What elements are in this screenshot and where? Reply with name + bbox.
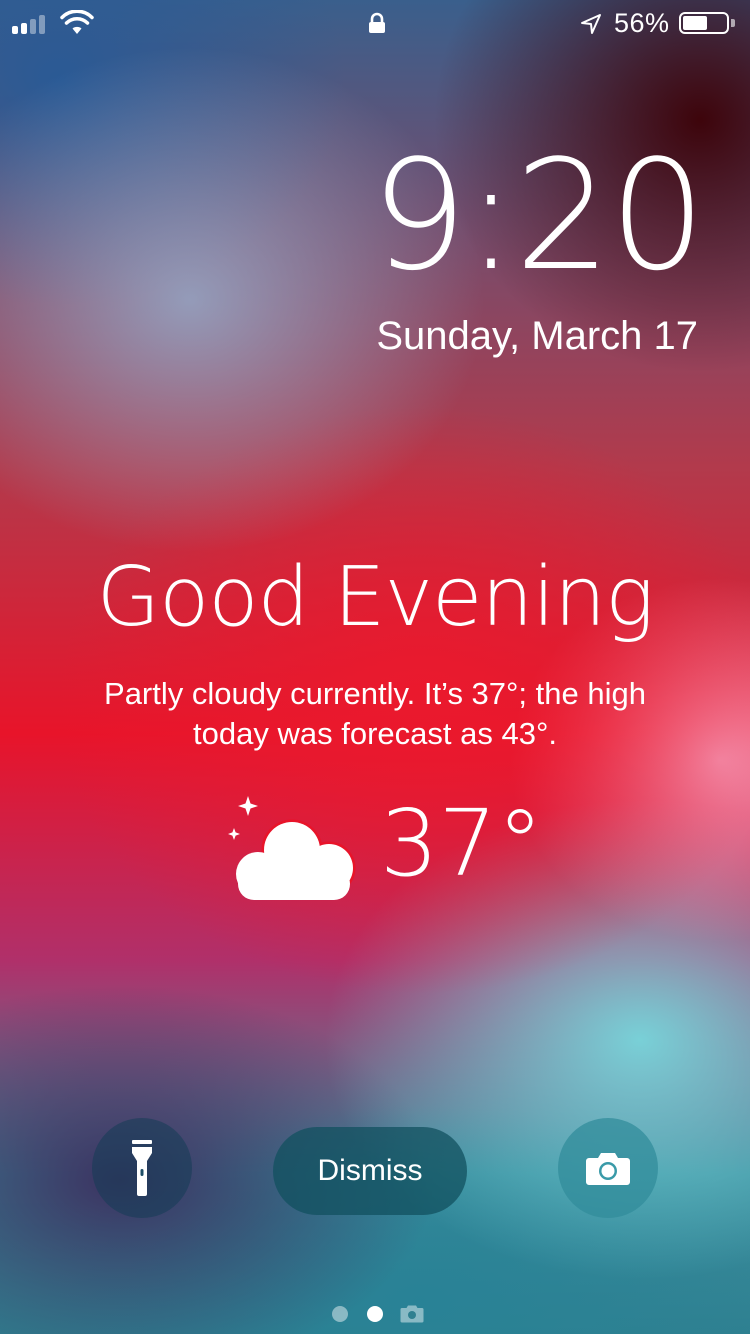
forecast-line-1: Partly cloudy currently. It’s 37°; the h… [104, 676, 646, 711]
page-indicator[interactable] [0, 1303, 750, 1325]
status-bar: 56% [0, 0, 750, 48]
flashlight-button[interactable] [92, 1118, 192, 1218]
wifi-icon [60, 10, 94, 34]
current-temperature: 37° [380, 790, 544, 897]
location-arrow-icon [581, 14, 601, 34]
weather-forecast-text: Partly cloudy currently. It’s 37°; the h… [40, 674, 710, 754]
lock-screen-time: 9:20 [370, 127, 706, 304]
battery-percent: 56% [614, 8, 670, 38]
battery-icon [679, 12, 735, 36]
forecast-line-2: today was forecast as 43°. [193, 716, 557, 751]
lock-screen-date: Sunday, March 17 [376, 314, 698, 358]
battery-level-fill [683, 16, 707, 30]
camera-button[interactable] [558, 1118, 658, 1218]
partly-cloudy-night-icon [228, 794, 358, 900]
weather-summary[interactable]: 37° [0, 790, 750, 910]
lock-icon [369, 12, 385, 33]
camera-icon [586, 1153, 630, 1185]
signal-icon [12, 14, 45, 34]
camera-icon[interactable] [400, 1304, 424, 1323]
flashlight-icon [132, 1140, 152, 1196]
dismiss-button[interactable]: Dismiss [273, 1127, 467, 1215]
weather-greeting: Good Evening [96, 550, 655, 645]
page-dot-1[interactable] [332, 1306, 348, 1322]
page-dot-2-current[interactable] [367, 1306, 383, 1322]
